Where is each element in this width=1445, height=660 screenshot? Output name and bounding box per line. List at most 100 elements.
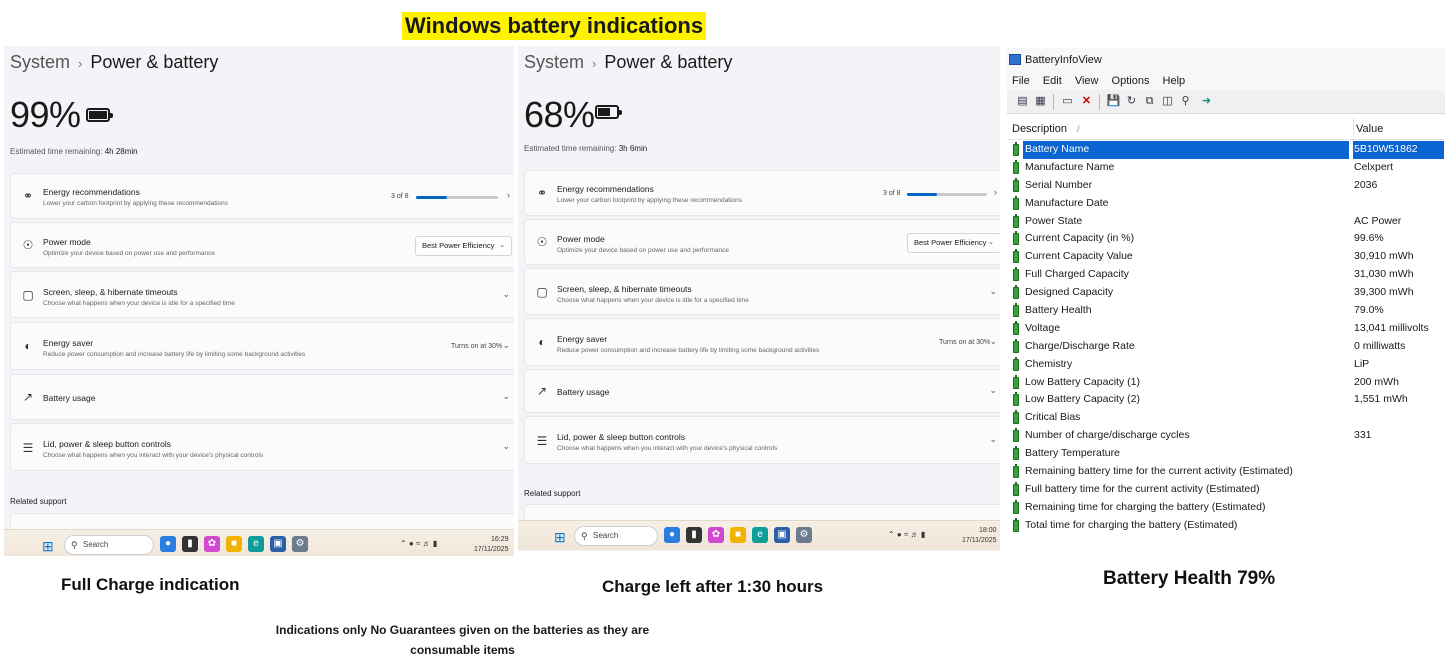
column-value[interactable]: Value (1353, 118, 1383, 140)
table-row[interactable]: Critical Bias (1007, 409, 1445, 427)
task-view-icon[interactable]: ▮ (182, 536, 198, 552)
battery-log-icon[interactable]: ▦ (1033, 94, 1048, 109)
taskbar-clock[interactable]: 18:00 17/11/2025 (962, 526, 997, 546)
monitor-sleep-icon: ▢ (536, 285, 548, 299)
table-row[interactable]: Remaining time for charging the battery … (1007, 499, 1445, 517)
breadcrumb-system[interactable]: System (10, 52, 70, 72)
windows-start-icon[interactable]: ⊞ (42, 538, 54, 555)
card-description: Lower your carbon footprint by applying … (557, 197, 742, 204)
table-row[interactable]: Battery Health 79.0% (1007, 302, 1445, 320)
table-row[interactable]: Remaining battery time for the current a… (1007, 463, 1445, 481)
widgets-icon[interactable]: ✿ (204, 536, 220, 552)
list-controls-icon: ☰ (536, 434, 548, 448)
battery-usage-card[interactable]: ↗ Battery usage ⌄ (10, 374, 514, 420)
table-row[interactable]: Low Battery Capacity (2) 1,551 mWh (1007, 391, 1445, 409)
energy-recommendations-card[interactable]: ⚭ Energy recommendations Lower your carb… (524, 170, 1000, 216)
taskbar-clock[interactable]: 16:29 17/11/2025 (474, 535, 509, 555)
power-mode-dropdown[interactable]: Best Power Efficiency ⌄ (907, 233, 1000, 253)
table-row[interactable]: Current Capacity (in %) 99.6% (1007, 230, 1445, 248)
menu-file[interactable]: File (1012, 75, 1030, 87)
row-description: Serial Number (1025, 178, 1093, 191)
system-tray[interactable]: ⌃ ● ≈ ♬ ▮ (400, 539, 437, 548)
table-row[interactable]: Charge/Discharge Rate 0 milliwatts (1007, 338, 1445, 356)
battery-row-icon (1013, 428, 1019, 443)
row-value: 331 (1354, 429, 1372, 442)
energy-saver-card[interactable]: ◐ Energy saver Reduce power consumption … (10, 322, 514, 370)
task-view-icon[interactable]: ▮ (686, 527, 702, 543)
table-row[interactable]: Low Battery Capacity (1) 200 mWh (1007, 374, 1445, 392)
card-description: Choose what happens when you interact wi… (557, 445, 778, 452)
windows-start-icon[interactable]: ⊞ (554, 529, 566, 546)
taskbar-search[interactable]: ⚲ Search (574, 526, 658, 546)
column-description[interactable]: Description / (1012, 118, 1080, 140)
toolbar: ▤ ▦ ▭ ✕ 💾 ↻ ⧉ ◫ ⚲ ➜ (1007, 90, 1445, 114)
edge-icon[interactable]: e (752, 527, 768, 543)
system-tray[interactable]: ⌃ ● ≈ ♬ ▮ (888, 530, 925, 539)
screen-sleep-card[interactable]: ▢ Screen, sleep, & hibernate timeouts Ch… (524, 268, 1000, 315)
estimated-time: Estimated time remaining: 3h 6min (524, 144, 648, 153)
row-description: Full battery time for the current activi… (1025, 482, 1260, 495)
table-row[interactable]: Voltage 13,041 millivolts (1007, 320, 1445, 338)
battery-usage-card[interactable]: ↗ Battery usage ⌄ (524, 369, 1000, 413)
table-row[interactable]: Battery Temperature (1007, 445, 1445, 463)
table-row[interactable]: Manufacture Name Celxpert (1007, 159, 1445, 177)
table-row[interactable]: Power State AC Power (1007, 213, 1445, 231)
table-row[interactable]: Chemistry LiP (1007, 356, 1445, 374)
table-row[interactable]: Battery Name 5B10W51862 (1007, 141, 1445, 159)
table-row[interactable]: Full Charged Capacity 31,030 mWh (1007, 266, 1445, 284)
menu-help[interactable]: Help (1163, 75, 1186, 87)
widgets-icon[interactable]: ✿ (708, 527, 724, 543)
battery-row-icon (1013, 338, 1019, 353)
table-row[interactable]: Total time for charging the battery (Est… (1007, 517, 1445, 535)
power-mode-card: ☉ Power mode Optimize your device based … (10, 222, 514, 268)
speedometer-icon: ☉ (536, 235, 548, 249)
breadcrumb: System › Power & battery (10, 52, 218, 73)
card-title: Screen, sleep, & hibernate timeouts (557, 284, 692, 294)
file-explorer-icon[interactable]: ■ (226, 536, 242, 552)
chart-line-icon: ↗ (536, 384, 548, 398)
lid-power-card[interactable]: ☰ Lid, power & sleep button controls Cho… (524, 416, 1000, 464)
battery-fill (598, 108, 611, 116)
caption-full-charge: Full Charge indication (61, 575, 240, 594)
table-row[interactable]: Serial Number 2036 (1007, 177, 1445, 195)
breadcrumb-system[interactable]: System (524, 52, 584, 72)
table-row[interactable]: Full battery time for the current activi… (1007, 481, 1445, 499)
power-mode-dropdown[interactable]: Best Power Efficiency ⌄ (415, 236, 512, 256)
exit-icon[interactable]: ➜ (1199, 94, 1214, 109)
store-icon[interactable]: ▣ (270, 536, 286, 552)
copilot-icon[interactable]: ● (160, 536, 176, 552)
file-explorer-icon[interactable]: ■ (730, 527, 746, 543)
row-value: 39,300 mWh (1354, 286, 1414, 299)
menu-options[interactable]: Options (1112, 75, 1150, 87)
store-icon[interactable]: ▣ (774, 527, 790, 543)
taskbar-search[interactable]: ⚲ Search (64, 535, 154, 555)
energy-recommendations-card[interactable]: ⚭ Energy recommendations Lower your carb… (10, 173, 514, 219)
screen-sleep-card[interactable]: ▢ Screen, sleep, & hibernate timeouts Ch… (10, 271, 514, 318)
list-header: Description / Value (1007, 118, 1445, 140)
battery-row-icon (1013, 177, 1019, 192)
battery-info-icon[interactable]: ▤ (1015, 94, 1030, 109)
menu-edit[interactable]: Edit (1043, 75, 1062, 87)
table-row[interactable]: Current Capacity Value 30,910 mWh (1007, 248, 1445, 266)
find-icon[interactable]: ⚲ (1178, 94, 1193, 109)
refresh-icon[interactable]: ↻ (1124, 94, 1139, 109)
html-report-icon[interactable]: ◫ (1160, 94, 1175, 109)
table-row[interactable]: Designed Capacity 39,300 mWh (1007, 284, 1445, 302)
edge-icon[interactable]: e (248, 536, 264, 552)
settings-gear-icon[interactable]: ⚙ (796, 527, 812, 543)
lid-power-card[interactable]: ☰ Lid, power & sleep button controls Cho… (10, 423, 514, 471)
menu-view[interactable]: View (1075, 75, 1099, 87)
menu-bar: File Edit View Options Help (1007, 72, 1445, 90)
settings-gear-icon[interactable]: ⚙ (292, 536, 308, 552)
save-icon[interactable]: 💾 (1106, 94, 1121, 109)
table-row[interactable]: Manufacture Date (1007, 195, 1445, 213)
energy-saver-card[interactable]: ◐ Energy saver Reduce power consumption … (524, 318, 1000, 366)
properties-icon[interactable]: ▭ (1060, 94, 1075, 109)
delete-icon[interactable]: ✕ (1079, 94, 1094, 109)
copy-icon[interactable]: ⧉ (1142, 94, 1157, 109)
battery-row-icon (1013, 464, 1019, 479)
row-description: Manufacture Name (1025, 160, 1115, 173)
toolbar-separator (1099, 94, 1100, 110)
table-row[interactable]: Number of charge/discharge cycles 331 (1007, 427, 1445, 445)
copilot-icon[interactable]: ● (664, 527, 680, 543)
